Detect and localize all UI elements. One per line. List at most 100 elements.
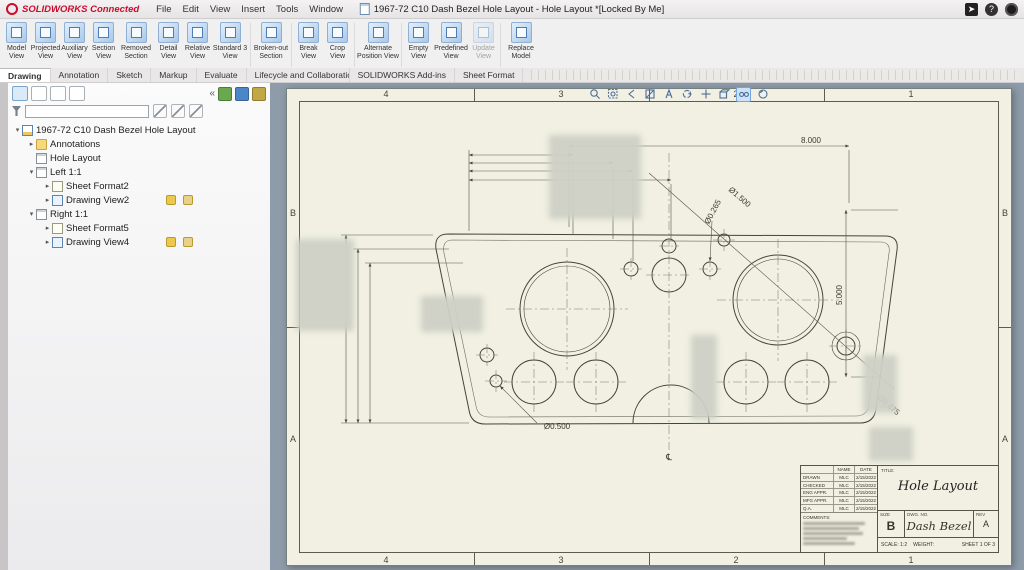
ribbon-separator xyxy=(354,23,355,67)
crop-view-button[interactable]: Crop View xyxy=(323,20,352,70)
title-area: TITLE: Hole Layout xyxy=(878,466,998,511)
table-row: ENG APPR. MLC 2/15/2022 xyxy=(801,489,877,498)
status-badge xyxy=(166,237,176,247)
empty-view-button[interactable]: Empty View xyxy=(404,20,433,70)
tree-item-drawing-view2[interactable]: ▸ Drawing View2 xyxy=(8,193,270,207)
dimxpertmanager-tab-icon[interactable] xyxy=(69,86,85,101)
rotate-view-icon[interactable] xyxy=(681,88,694,101)
dim-dia-large: Ø1.500 xyxy=(727,185,753,209)
edit-appearance-icon[interactable] xyxy=(757,88,770,101)
feature-tree-filter-input[interactable] xyxy=(25,104,149,118)
approvals-table: NAME DATE DRAWN MLC 2/15/2022 CHECKED ML… xyxy=(801,466,877,513)
tree-item-hole-layout[interactable]: Hole Layout xyxy=(8,151,270,165)
replace-model-button[interactable]: Replace Model xyxy=(503,20,539,70)
markup-tool-icon[interactable] xyxy=(189,104,203,118)
tab-sketch[interactable]: Sketch xyxy=(108,68,152,82)
blurred-annotation xyxy=(421,296,483,332)
section-view-icon xyxy=(93,22,114,43)
featuremanager-tab-icon[interactable] xyxy=(12,86,28,101)
menu-window[interactable]: Window xyxy=(304,3,348,16)
blurred-annotation xyxy=(869,427,913,461)
tab-annotation[interactable]: Annotation xyxy=(51,68,109,82)
document-title-area: 1967-72 C10 Dash Bezel Hole Layout - Hol… xyxy=(359,3,664,15)
auxiliary-view-button[interactable]: Auxiliary View xyxy=(60,20,89,70)
document-icon xyxy=(359,3,370,15)
tab-sheet-format[interactable]: Sheet Format xyxy=(455,68,524,82)
tree-item-sheet-format5[interactable]: ▸ Sheet Format5 xyxy=(8,221,270,235)
filter-icon[interactable] xyxy=(12,106,21,116)
relative-view-button[interactable]: Relative View xyxy=(183,20,212,70)
ribbon-separator xyxy=(291,23,292,67)
table-row: DRAWN MLC 2/15/2022 xyxy=(801,473,877,482)
drawing-sheet[interactable]: 4 3 2 1 4 3 2 1 B A B A xyxy=(286,88,1012,566)
title-block: NAME DATE DRAWN MLC 2/15/2022 CHECKED ML… xyxy=(800,465,999,553)
ruler xyxy=(531,70,1020,80)
sheet-format-icon xyxy=(52,222,63,234)
removed-section-button[interactable]: Removed Section xyxy=(118,20,154,70)
blurred-annotation xyxy=(296,239,354,331)
menu-file[interactable]: File xyxy=(151,3,176,16)
heads-up-view-toolbar xyxy=(588,86,770,102)
appearance-pane-icon[interactable] xyxy=(252,86,266,101)
alternate-position-view-button[interactable]: Alternate Position View xyxy=(357,20,399,70)
previous-view-icon[interactable] xyxy=(625,88,638,101)
profile-icon[interactable] xyxy=(1005,2,1018,16)
zoom-area-icon[interactable] xyxy=(607,88,620,101)
detail-view-icon xyxy=(158,22,179,43)
graphics-area[interactable]: 4 3 2 1 4 3 2 1 B A B A xyxy=(270,83,1024,570)
section-view-icon[interactable] xyxy=(644,88,657,101)
relative-view-icon xyxy=(187,22,208,43)
tab-markup[interactable]: Markup xyxy=(151,68,197,82)
tree-item-left-sheet[interactable]: ▾ Left 1:1 xyxy=(8,165,270,179)
model-view-icon xyxy=(6,22,27,43)
standard-3-view-button[interactable]: Standard 3 View xyxy=(212,20,248,70)
tree-item-drawing-view4[interactable]: ▸ Drawing View4 xyxy=(8,235,270,249)
ribbon-separator xyxy=(401,23,402,67)
model-view-button[interactable]: Model View xyxy=(2,20,31,70)
collapse-panel-icon[interactable]: « xyxy=(209,88,215,99)
broken-out-section-button[interactable]: Broken-out Section xyxy=(253,20,289,70)
blurred-annotation xyxy=(549,135,641,219)
feature-manager-panel: « ▾ 1967-72 C10 Dash Bezel Hole Layout ▸… xyxy=(8,83,271,570)
help-icon[interactable]: ? xyxy=(985,2,998,16)
display-pane-icon[interactable] xyxy=(218,86,232,101)
dim-width: 8.000 xyxy=(801,136,822,145)
sheet-format-icon xyxy=(52,180,63,192)
view-orientation-pane-icon[interactable] xyxy=(235,86,249,101)
dwg-no-cell: DWG. NO. Dash Bezel xyxy=(906,512,972,533)
propertymanager-tab-icon[interactable] xyxy=(31,86,47,101)
predefined-view-button[interactable]: Predefined View xyxy=(433,20,469,70)
configurationmanager-tab-icon[interactable] xyxy=(50,86,66,101)
pan-icon[interactable] xyxy=(699,88,712,101)
share-icon[interactable]: ➤ xyxy=(965,2,978,16)
menu-view[interactable]: View xyxy=(205,3,235,16)
annotation-view-icon[interactable] xyxy=(662,88,675,101)
display-style-icon[interactable] xyxy=(718,88,731,101)
projected-view-button[interactable]: Projected View xyxy=(31,20,60,70)
tree-root[interactable]: ▾ 1967-72 C10 Dash Bezel Hole Layout xyxy=(8,123,270,137)
annotation-tool-icon[interactable] xyxy=(171,104,185,118)
ribbon-separator xyxy=(500,23,501,67)
sheet-icon xyxy=(36,166,47,178)
tab-lifecycle-and-collaboration[interactable]: Lifecycle and Collaboration xyxy=(247,68,350,82)
drawing-title: Hole Layout xyxy=(897,479,979,494)
alternate-position-view-icon xyxy=(367,22,389,43)
break-view-button[interactable]: Break View xyxy=(294,20,323,70)
rev-cell: REV A xyxy=(973,511,998,537)
tab-evaluate[interactable]: Evaluate xyxy=(197,68,247,82)
folder-icon xyxy=(36,138,47,150)
drawing-document-icon xyxy=(22,124,33,136)
detail-view-button[interactable]: Detail View xyxy=(154,20,183,70)
tab-solidworks-add-ins[interactable]: SOLIDWORKS Add-ins xyxy=(350,68,455,82)
menu-insert[interactable]: Insert xyxy=(236,3,270,16)
sketch-tool-icon[interactable] xyxy=(153,104,167,118)
hide-show-items-icon[interactable] xyxy=(736,86,751,102)
tree-item-annotations[interactable]: ▸ Annotations xyxy=(8,137,270,151)
tree-item-sheet-format2[interactable]: ▸ Sheet Format2 xyxy=(8,179,270,193)
menu-edit[interactable]: Edit xyxy=(177,3,203,16)
section-view-button[interactable]: Section View xyxy=(89,20,118,70)
tab-drawing[interactable]: Drawing xyxy=(0,68,51,82)
menu-tools[interactable]: Tools xyxy=(271,3,303,16)
tree-item-right-sheet[interactable]: ▾ Right 1:1 xyxy=(8,207,270,221)
zoom-fit-icon[interactable] xyxy=(588,88,601,101)
